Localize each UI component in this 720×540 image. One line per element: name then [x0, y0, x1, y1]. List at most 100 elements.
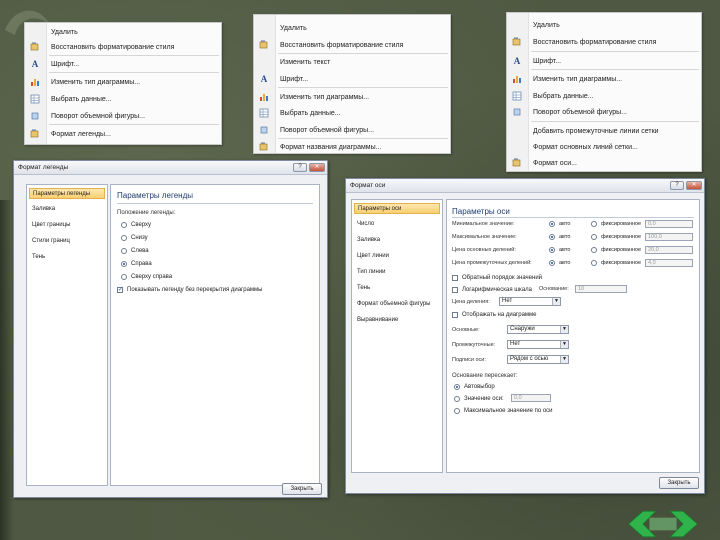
menu-item-select-data[interactable]: Выбрать данные...: [507, 89, 701, 103]
menu-item-rotate-3d[interactable]: Поворот объемной фигуры...: [254, 123, 450, 137]
menu-item-label: Шрифт...: [280, 75, 309, 83]
max-fixed-radio[interactable]: фиксированное: [591, 233, 641, 241]
checkbox[interactable]: [452, 274, 458, 281]
major-unit-field[interactable]: 20,0: [645, 246, 693, 254]
nav-item-3d-format[interactable]: Формат объемной фигуры: [354, 299, 440, 310]
nav-item-number[interactable]: Число: [354, 219, 440, 230]
menu-item-delete[interactable]: Удалить: [254, 21, 450, 35]
radio-button[interactable]: [549, 221, 555, 227]
nav-item-shadow[interactable]: Тень: [29, 252, 105, 263]
menu-item-reset-style[interactable]: Восстановить форматирование стиля: [25, 40, 221, 54]
menu-item-delete[interactable]: Удалить: [507, 18, 701, 32]
nav-item-line-color[interactable]: Цвет линии: [354, 251, 440, 262]
min-value-label: Минимальное значение:: [452, 221, 515, 227]
menu-item-format-title[interactable]: Формат названия диаграммы...: [254, 140, 450, 154]
min-fixed-radio[interactable]: фиксированное: [591, 220, 641, 228]
radio-button[interactable]: [121, 234, 127, 241]
menu-item-rotate-3d[interactable]: Поворот объемной фигуры...: [507, 105, 701, 119]
position-top-right-radio[interactable]: Сверху справа: [121, 272, 172, 281]
position-right-radio[interactable]: Справа: [121, 259, 152, 268]
menu-item-font[interactable]: A Шрифт...: [25, 57, 221, 71]
close-icon[interactable]: ✕: [686, 181, 702, 190]
radio-button[interactable]: [591, 221, 597, 227]
nav-item-fill[interactable]: Заливка: [354, 235, 440, 246]
radio-button[interactable]: [454, 395, 460, 402]
log-scale-checkbox[interactable]: Логарифмическая шкала: [452, 285, 532, 294]
menu-item-reset-style[interactable]: Восстановить форматирование стиля: [507, 35, 701, 49]
menu-item-edit-text[interactable]: Изменить текст: [254, 55, 450, 69]
radio-button[interactable]: [121, 273, 127, 280]
radio-button[interactable]: [591, 234, 597, 240]
position-left-radio[interactable]: Слева: [121, 246, 149, 255]
major-fixed-radio[interactable]: фиксированное: [591, 246, 641, 254]
menu-item-chart-type[interactable]: Изменить тип диаграммы...: [507, 72, 701, 86]
crosses-auto-radio[interactable]: Автовыбор: [454, 382, 495, 391]
crosses-max-radio[interactable]: Максимальное значение по оси: [454, 406, 553, 415]
chevron-down-icon: ▼: [560, 356, 568, 363]
nav-item-line-style[interactable]: Тип линии: [354, 267, 440, 278]
radio-button[interactable]: [121, 221, 127, 228]
help-button[interactable]: ?: [293, 163, 307, 172]
radio-button[interactable]: [549, 234, 555, 240]
radio-button[interactable]: [121, 247, 127, 254]
major-auto-radio[interactable]: авто: [549, 246, 570, 254]
log-base-field[interactable]: 10: [575, 285, 627, 293]
menu-item-select-data[interactable]: Выбрать данные...: [254, 106, 450, 120]
nav-item-axis-options[interactable]: Параметры оси: [354, 203, 440, 214]
checkbox[interactable]: ✓: [117, 286, 123, 293]
menu-item-chart-type[interactable]: Изменить тип диаграммы...: [25, 75, 221, 89]
minor-fixed-radio[interactable]: фиксированное: [591, 259, 641, 267]
position-bottom-radio[interactable]: Снизу: [121, 233, 148, 242]
nav-item-border-styles[interactable]: Стили границ: [29, 236, 105, 247]
radio-button[interactable]: [549, 247, 555, 253]
checkbox[interactable]: [452, 311, 458, 318]
overlap-checkbox[interactable]: ✓ Показывать легенду без перекрытия диагр…: [117, 285, 262, 294]
min-auto-radio[interactable]: авто: [549, 220, 570, 228]
menu-item-chart-type[interactable]: Изменить тип диаграммы...: [254, 90, 450, 104]
menu-item-font[interactable]: A Шрифт...: [254, 72, 450, 86]
nav-item-legend-options[interactable]: Параметры легенды: [29, 188, 105, 199]
radio-button[interactable]: [454, 383, 460, 390]
min-value-field[interactable]: 0,0: [645, 220, 693, 228]
menu-item-format-legend[interactable]: Формат легенды...: [25, 127, 221, 141]
nav-item-alignment[interactable]: Выравнивание: [354, 315, 440, 326]
menu-item-delete[interactable]: Удалить: [25, 25, 221, 39]
checkbox[interactable]: [452, 286, 458, 293]
major-tick-select[interactable]: Снаружи ▼: [507, 325, 569, 334]
menu-item-rotate-3d[interactable]: Поворот объемной фигуры...: [25, 109, 221, 123]
close-button[interactable]: Закрыть: [282, 483, 322, 495]
minor-auto-radio[interactable]: авто: [549, 259, 570, 267]
context-menu-legend: Удалить Восстановить форматирование стил…: [24, 22, 222, 145]
show-units-checkbox[interactable]: Отображать на диаграмме: [452, 310, 537, 319]
radio-button[interactable]: [591, 247, 597, 253]
position-top-radio[interactable]: Сверху: [121, 220, 151, 229]
minor-tick-select[interactable]: Нет ▼: [507, 340, 569, 349]
radio-button[interactable]: [454, 407, 460, 414]
radio-button[interactable]: [549, 260, 555, 266]
nav-item-shadow[interactable]: Тень: [354, 283, 440, 294]
crosses-value-field[interactable]: 0,0: [511, 394, 551, 402]
axis-labels-select[interactable]: Рядом с осью ▼: [507, 355, 569, 364]
reverse-order-checkbox[interactable]: Обратный порядок значений: [452, 273, 542, 282]
menu-item-select-data[interactable]: Выбрать данные...: [25, 92, 221, 106]
dialog-titlebar[interactable]: Формат оси ? ✕: [346, 179, 704, 193]
crosses-value-radio[interactable]: Значение оси:: [454, 394, 504, 403]
radio-button[interactable]: [591, 260, 597, 266]
radio-button[interactable]: [121, 260, 127, 267]
close-button[interactable]: Закрыть: [659, 477, 699, 489]
menu-item-format-gridlines[interactable]: Формат основных линий сетки...: [507, 140, 701, 154]
navigation-arrows-icon[interactable]: [618, 508, 708, 540]
dialog-titlebar[interactable]: Формат легенды ? ✕: [14, 161, 327, 175]
menu-item-add-minor-gridlines[interactable]: Добавить промежуточные линии сетки: [507, 124, 701, 138]
minor-unit-field[interactable]: 4,0: [645, 259, 693, 267]
close-icon[interactable]: ✕: [309, 163, 325, 172]
nav-item-fill[interactable]: Заливка: [29, 204, 105, 215]
help-button[interactable]: ?: [670, 181, 684, 190]
menu-item-reset-style[interactable]: Восстановить форматирование стиля: [254, 38, 450, 52]
max-auto-radio[interactable]: авто: [549, 233, 570, 241]
nav-item-border-color[interactable]: Цвет границы: [29, 220, 105, 231]
menu-item-format-axis[interactable]: Формат оси...: [507, 156, 701, 170]
display-units-select[interactable]: Нет ▼: [499, 297, 561, 306]
menu-item-font[interactable]: A Шрифт...: [507, 54, 701, 68]
max-value-field[interactable]: 100,0: [645, 233, 693, 241]
